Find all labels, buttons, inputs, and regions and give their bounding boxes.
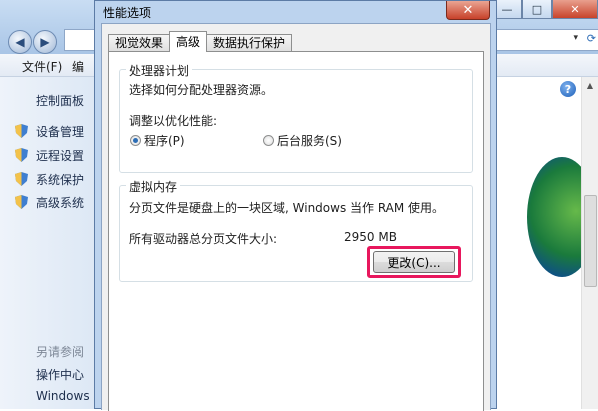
- close-button[interactable]: ✕: [552, 0, 598, 19]
- explorer-left-pane: 控制面板 设备管理 远程设置 系统保护 高级系统 另请参阅 操作中心 Windo…: [0, 77, 94, 409]
- radio-programs-label[interactable]: 程序(P): [144, 132, 185, 149]
- forward-arrow-icon[interactable]: ▶: [33, 30, 57, 54]
- dialog-title: 性能选项: [103, 6, 152, 20]
- virtual-memory-description: 分页文件是硬盘上的一块区域, Windows 当作 RAM 使用。: [129, 201, 445, 215]
- tab-visual-effects[interactable]: 视觉效果: [108, 34, 171, 52]
- address-dropdown-icon[interactable]: ▾: [573, 33, 578, 43]
- address-bar-left[interactable]: [64, 29, 95, 51]
- shield-icon: [15, 124, 28, 138]
- tab-data-execution-prevention[interactable]: 数据执行保护: [206, 34, 293, 52]
- radio-programs[interactable]: [130, 135, 141, 146]
- total-paging-size-label: 所有驱动器总分页文件大小:: [129, 232, 278, 246]
- advanced-tab-panel: 处理器计划 选择如何分配处理器资源。 调整以优化性能: 程序(P) 后台服务(S…: [108, 51, 484, 411]
- tab-advanced[interactable]: 高级: [169, 31, 208, 52]
- refresh-icon[interactable]: ⟳: [587, 32, 596, 45]
- explorer-right-pane: ? ▲: [497, 77, 598, 409]
- adjust-for-label: 调整以优化性能:: [129, 114, 218, 128]
- help-icon[interactable]: ?: [560, 81, 576, 97]
- left-link-device-manager[interactable]: 设备管理: [36, 123, 84, 140]
- change-button[interactable]: 更改(C)...: [373, 251, 455, 273]
- left-link-advanced-system[interactable]: 高级系统: [36, 194, 84, 211]
- left-link-control-panel[interactable]: 控制面板: [36, 92, 84, 109]
- dialog-close-button[interactable]: ✕: [446, 1, 490, 20]
- total-paging-size-value: 2950 MB: [344, 230, 397, 244]
- tab-strip: 视觉效果 高级 数据执行保护: [108, 31, 293, 52]
- processor-scheduling-label: 处理器计划: [126, 62, 193, 79]
- radio-background-services-label[interactable]: 后台服务(S): [277, 132, 342, 149]
- dialog-body: 视觉效果 高级 数据执行保护 处理器计划 选择如何分配处理器资源。 调整以优化性…: [101, 23, 491, 411]
- left-link-windows[interactable]: Windows: [36, 389, 90, 403]
- virtual-memory-group: 虚拟内存 分页文件是硬盘上的一块区域, Windows 当作 RAM 使用。 所…: [119, 178, 473, 282]
- left-link-system-protection[interactable]: 系统保护: [36, 171, 84, 188]
- processor-scheduling-description: 选择如何分配处理器资源。: [129, 83, 274, 97]
- scroll-up-arrow-icon[interactable]: ▲: [582, 77, 598, 93]
- maximize-button[interactable]: □: [522, 0, 552, 19]
- shield-icon: [15, 148, 28, 162]
- processor-scheduling-group: 处理器计划 选择如何分配处理器资源。 调整以优化性能: 程序(P) 后台服务(S…: [119, 62, 473, 173]
- menu-file[interactable]: 文件(F): [22, 58, 62, 75]
- back-arrow-icon[interactable]: ◀: [8, 30, 32, 54]
- see-also-heading: 另请参阅: [36, 345, 85, 359]
- left-link-action-center[interactable]: 操作中心: [36, 366, 84, 383]
- left-link-remote-settings[interactable]: 远程设置: [36, 147, 84, 164]
- radio-background-services[interactable]: [263, 135, 274, 146]
- address-bar-right[interactable]: ▾ ⟳: [497, 29, 598, 51]
- scrollbar-thumb[interactable]: [584, 195, 597, 287]
- menu-edit[interactable]: 编: [72, 58, 84, 75]
- virtual-memory-label: 虚拟内存: [126, 178, 181, 195]
- vertical-scrollbar[interactable]: ▲: [581, 77, 598, 409]
- performance-options-dialog: 性能选项 ✕ 视觉效果 高级 数据执行保护 处理器计划 选择如何分配处理器资源。…: [94, 0, 497, 411]
- shield-icon: [15, 172, 28, 186]
- shield-icon: [15, 195, 28, 209]
